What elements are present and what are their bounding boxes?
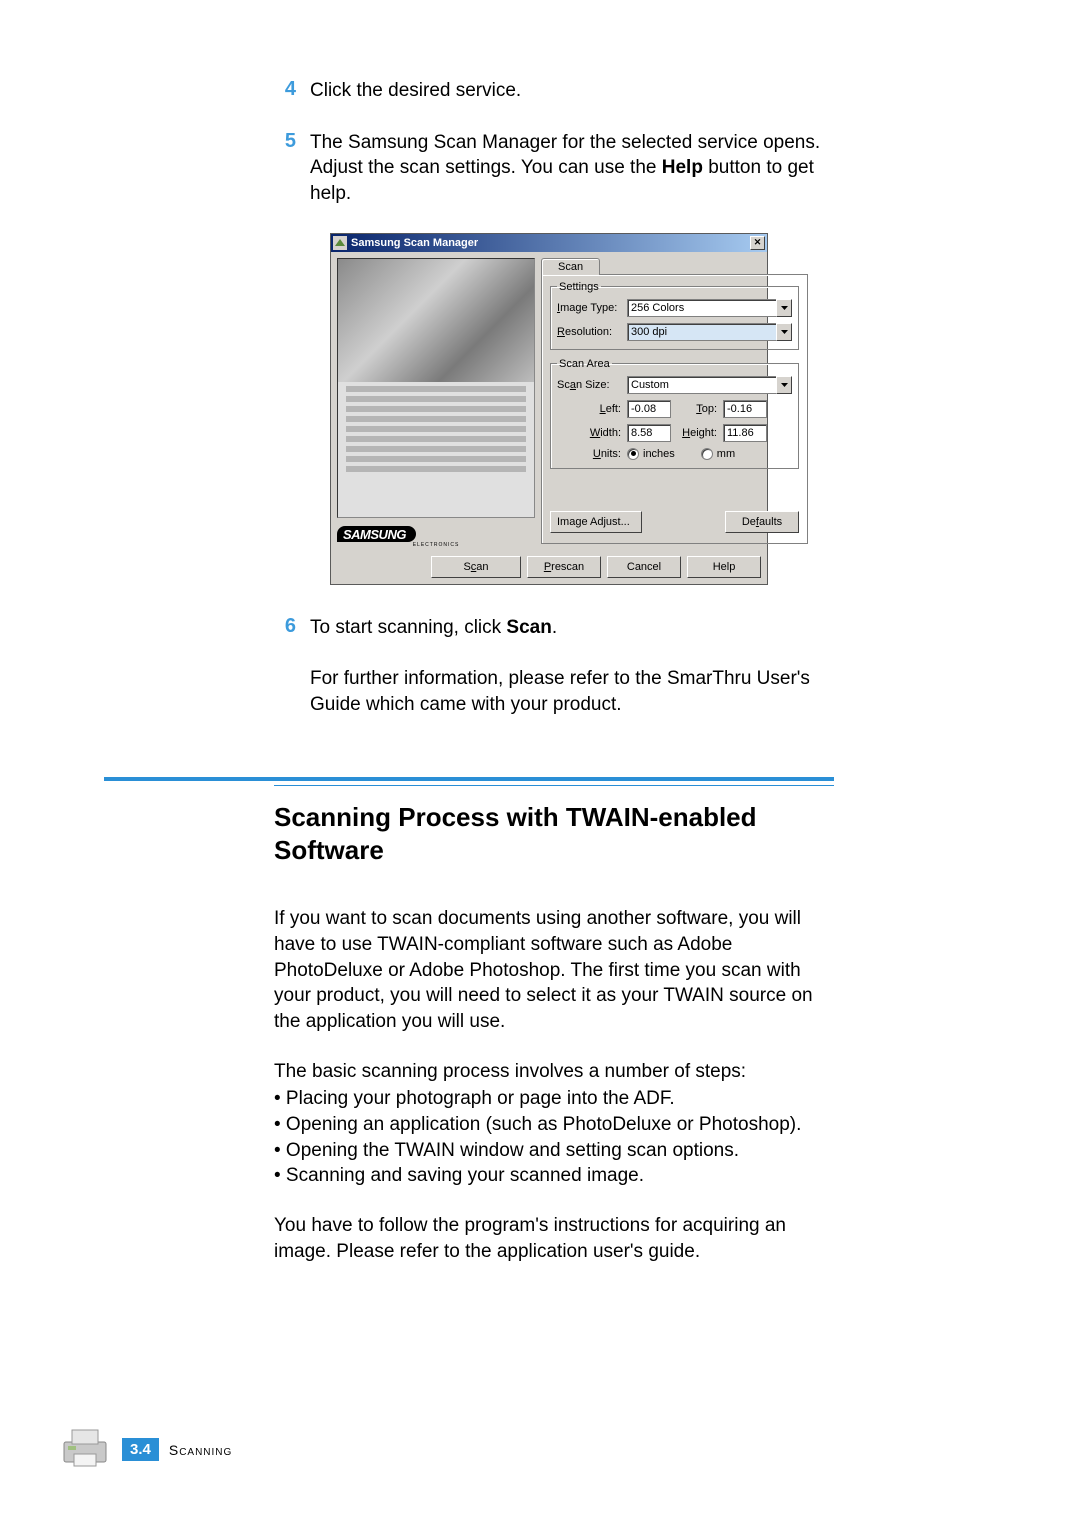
units-label: Units: <box>557 448 621 460</box>
paragraph-1: If you want to scan documents using anot… <box>274 906 834 1034</box>
bullet-list: • Placing your photograph or page into t… <box>274 1086 834 1189</box>
chevron-down-icon[interactable] <box>776 299 792 317</box>
height-input[interactable] <box>723 424 767 442</box>
bullet-1: • Placing your photograph or page into t… <box>274 1086 834 1112</box>
height-label: Height: <box>677 427 717 439</box>
printer-icon <box>58 1424 112 1475</box>
width-label: Width: <box>557 427 621 439</box>
close-icon[interactable]: ✕ <box>750 236 765 250</box>
prescan-button[interactable]: Prescan <box>527 556 601 578</box>
titlebar[interactable]: Samsung Scan Manager ✕ <box>331 234 767 252</box>
resolution-select[interactable] <box>627 323 776 341</box>
samsung-sublogo: ELECTRONICS <box>337 542 535 548</box>
chapter-name: Scanning <box>169 1442 232 1458</box>
app-icon <box>333 236 347 250</box>
scan-area-legend: Scan Area <box>557 358 612 370</box>
top-label: Top: <box>677 403 717 415</box>
settings-group: Settings Image Type: Resolution: <box>550 281 799 350</box>
image-type-select[interactable] <box>627 299 776 317</box>
scan-preview[interactable] <box>337 258 535 518</box>
step-text-4: Click the desired service. <box>310 78 834 104</box>
bullet-3: • Opening the TWAIN window and setting s… <box>274 1138 834 1164</box>
left-input[interactable] <box>627 400 671 418</box>
cancel-button[interactable]: Cancel <box>607 556 681 578</box>
step-text-5: The Samsung Scan Manager for the selecte… <box>310 130 834 207</box>
settings-legend: Settings <box>557 281 601 293</box>
paragraph-2: The basic scanning process involves a nu… <box>274 1059 834 1085</box>
inches-radio[interactable] <box>627 448 639 460</box>
scan-size-label: Scan Size: <box>557 379 621 391</box>
help-button[interactable]: Help <box>687 556 761 578</box>
inches-label: inches <box>643 448 675 460</box>
resolution-label: Resolution: <box>557 326 621 338</box>
chevron-down-icon[interactable] <box>776 323 792 341</box>
image-type-label: Image Type: <box>557 302 621 314</box>
scan-button[interactable]: Scan <box>431 556 521 578</box>
chevron-down-icon[interactable] <box>776 376 792 394</box>
step-6-subtext: For further information, please refer to… <box>310 666 834 717</box>
tab-scan[interactable]: Scan <box>541 258 600 275</box>
section-heading: Scanning Process with TWAIN-enabled Soft… <box>274 801 834 866</box>
samsung-logo: SAMSUNG <box>337 526 416 542</box>
scan-manager-dialog: Samsung Scan Manager ✕ SAMSUNG <box>330 233 768 585</box>
image-adjust-button[interactable]: Image Adjust... <box>550 511 642 533</box>
step-text-6: To start scanning, click Scan. <box>310 615 834 641</box>
step-number-4: 4 <box>274 78 310 104</box>
mm-label: mm <box>717 448 735 460</box>
defaults-button[interactable]: Defaults <box>725 511 799 533</box>
page-footer: 3.4 Scanning <box>58 1424 232 1475</box>
window-title: Samsung Scan Manager <box>351 237 750 249</box>
paragraph-3: You have to follow the program's instruc… <box>274 1213 834 1264</box>
section-divider <box>104 777 834 781</box>
mm-radio[interactable] <box>701 448 713 460</box>
bullet-4: • Scanning and saving your scanned image… <box>274 1163 834 1189</box>
step-number-5: 5 <box>274 130 310 207</box>
top-input[interactable] <box>723 400 767 418</box>
bullet-2: • Opening an application (such as PhotoD… <box>274 1112 834 1138</box>
scan-area-group: Scan Area Scan Size: Left: <box>550 358 799 469</box>
width-input[interactable] <box>627 424 671 442</box>
scan-size-select[interactable] <box>627 376 776 394</box>
step-number-6: 6 <box>274 615 310 641</box>
page-number: 3.4 <box>122 1438 159 1461</box>
left-label: Left: <box>557 403 621 415</box>
